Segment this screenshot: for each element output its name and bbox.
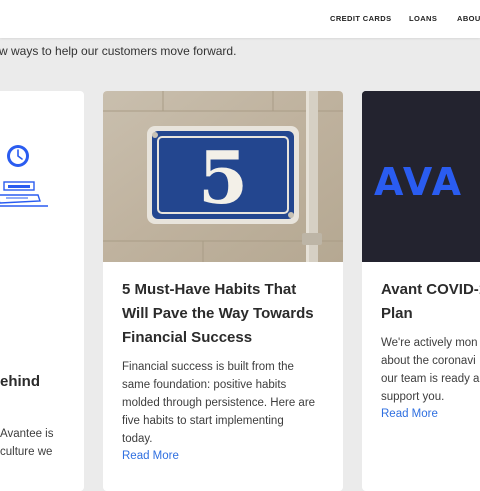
card-body-line: We're actively mon	[381, 337, 478, 349]
read-more-link[interactable]: Read More	[122, 450, 179, 462]
article-card-culture[interactable]: ehind Avantee is culture we	[0, 91, 84, 491]
card-body-line: culture we	[0, 446, 53, 458]
intro-text: w ways to help our customers move forwar…	[0, 44, 237, 58]
read-more-link[interactable]: Read More	[381, 408, 438, 420]
card-body-line: same foundation: positive habits	[122, 379, 287, 391]
card-body-line: our team is ready a	[381, 373, 480, 385]
nav-loans-link[interactable]: LOANS	[409, 14, 437, 23]
card-body-line: Avantee is	[0, 428, 54, 440]
card-illustration	[0, 91, 84, 262]
nav-about-link[interactable]: ABOUT	[457, 14, 480, 23]
card-title-line: Avant COVID-1	[381, 281, 480, 298]
card-body-line: support you.	[381, 391, 445, 403]
avant-logo: AVA	[362, 91, 480, 262]
top-nav-bar: CREDIT CARDS LOANS ABOUT	[0, 0, 480, 38]
card-title-line: Will Pave the Way Towards	[122, 305, 314, 322]
avant-logo-text: AVA	[374, 160, 463, 204]
card-title-line: ehind	[0, 373, 40, 390]
number-plaque-photo: 5	[103, 91, 343, 262]
card-title-line: 5 Must-Have Habits That	[122, 281, 297, 298]
card-body-line: Financial success is built from the	[122, 361, 294, 373]
article-card-covid-plan[interactable]: AVA Avant COVID-1 Plan We're actively mo…	[362, 91, 480, 491]
card-body-line: five habits to start implementing	[122, 415, 284, 427]
card-body-line: molded through persistence. Here are	[122, 397, 316, 409]
card-body-line: today.	[122, 433, 153, 445]
card-title-line: Plan	[381, 305, 413, 322]
nav-credit-cards-link[interactable]: CREDIT CARDS	[330, 14, 391, 23]
card-image-avant-logo: AVA	[362, 91, 480, 262]
card-image-number-plaque: 5	[103, 91, 343, 262]
card-body-line: about the coronavi	[381, 355, 476, 367]
card-title-line: Financial Success	[122, 329, 253, 346]
plaque-number: 5	[198, 135, 248, 220]
clock-icon	[7, 145, 29, 167]
laptop-icon	[0, 181, 48, 207]
article-card-habits[interactable]: 5 5 Must-Have Habits That Will Pave the …	[103, 91, 343, 491]
clock-laptop-illustration	[0, 145, 48, 207]
